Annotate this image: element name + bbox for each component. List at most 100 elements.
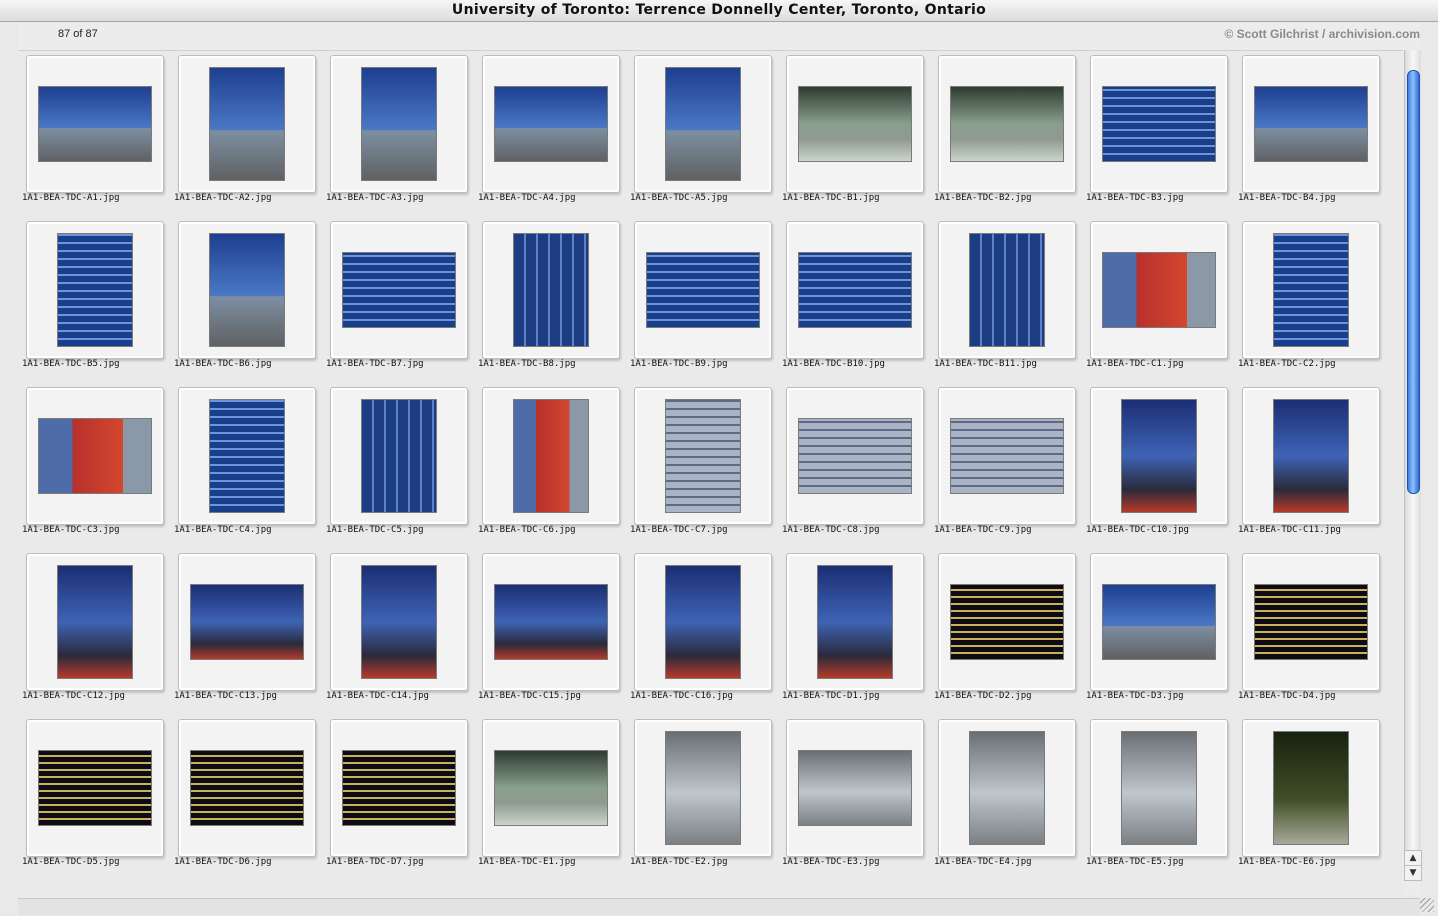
- thumbnail-frame[interactable]: [330, 719, 468, 857]
- thumbnail-frame[interactable]: [482, 55, 620, 193]
- thumbnail-image[interactable]: [1121, 399, 1197, 513]
- thumbnail-image[interactable]: [1102, 86, 1216, 162]
- thumbnail-item[interactable]: 1A1-BEA-TDC-B8.jpg: [476, 217, 620, 383]
- thumbnail-frame[interactable]: [938, 55, 1076, 193]
- thumbnail-frame[interactable]: [786, 553, 924, 691]
- vertical-scrollbar[interactable]: [1404, 50, 1421, 880]
- thumbnail-image[interactable]: [1273, 233, 1349, 347]
- thumbnail-image[interactable]: [665, 565, 741, 679]
- thumbnail-item[interactable]: 1A1-BEA-TDC-C3.jpg: [20, 383, 164, 549]
- thumbnail-image[interactable]: [950, 584, 1064, 660]
- thumbnail-image[interactable]: [57, 233, 133, 347]
- thumbnail-item[interactable]: 1A1-BEA-TDC-C11.jpg: [1236, 383, 1380, 549]
- thumbnail-item[interactable]: 1A1-BEA-TDC-C14.jpg: [324, 549, 468, 715]
- thumbnail-frame[interactable]: [1242, 719, 1380, 857]
- thumbnail-image[interactable]: [798, 418, 912, 494]
- thumbnail-frame[interactable]: [330, 553, 468, 691]
- thumbnail-image[interactable]: [1102, 252, 1216, 328]
- thumbnail-image[interactable]: [969, 731, 1045, 845]
- thumbnail-frame[interactable]: [634, 553, 772, 691]
- thumbnail-item[interactable]: 1A1-BEA-TDC-E1.jpg: [476, 715, 620, 881]
- thumbnail-item[interactable]: 1A1-BEA-TDC-D2.jpg: [932, 549, 1076, 715]
- thumbnail-item[interactable]: 1A1-BEA-TDC-A4.jpg: [476, 51, 620, 217]
- thumbnail-item[interactable]: 1A1-BEA-TDC-A1.jpg: [20, 51, 164, 217]
- thumbnail-item[interactable]: 1A1-BEA-TDC-C10.jpg: [1084, 383, 1228, 549]
- thumbnail-frame[interactable]: [938, 719, 1076, 857]
- thumbnail-image[interactable]: [1121, 731, 1197, 845]
- thumbnail-item[interactable]: 1A1-BEA-TDC-A2.jpg: [172, 51, 316, 217]
- thumbnail-image[interactable]: [342, 750, 456, 826]
- thumbnail-frame[interactable]: [330, 55, 468, 193]
- thumbnail-frame[interactable]: [786, 55, 924, 193]
- thumbnail-image[interactable]: [1102, 584, 1216, 660]
- thumbnail-frame[interactable]: [1242, 55, 1380, 193]
- thumbnail-item[interactable]: 1A1-BEA-TDC-C15.jpg: [476, 549, 620, 715]
- thumbnail-item[interactable]: 1A1-BEA-TDC-C8.jpg: [780, 383, 924, 549]
- thumbnail-image[interactable]: [1254, 584, 1368, 660]
- thumbnail-image[interactable]: [665, 731, 741, 845]
- thumbnail-frame[interactable]: [482, 221, 620, 359]
- thumbnail-image[interactable]: [817, 565, 893, 679]
- thumbnail-image[interactable]: [342, 252, 456, 328]
- thumbnail-image[interactable]: [798, 750, 912, 826]
- thumbnail-image[interactable]: [190, 584, 304, 660]
- thumbnail-image[interactable]: [361, 67, 437, 181]
- scroll-down-arrow-icon[interactable]: ▼: [1404, 865, 1422, 881]
- thumbnail-frame[interactable]: [938, 553, 1076, 691]
- thumbnail-frame[interactable]: [634, 55, 772, 193]
- thumbnail-item[interactable]: 1A1-BEA-TDC-B10.jpg: [780, 217, 924, 383]
- thumbnail-item[interactable]: 1A1-BEA-TDC-D6.jpg: [172, 715, 316, 881]
- thumbnail-frame[interactable]: [1090, 719, 1228, 857]
- thumbnail-item[interactable]: 1A1-BEA-TDC-C16.jpg: [628, 549, 772, 715]
- thumbnail-item[interactable]: 1A1-BEA-TDC-A3.jpg: [324, 51, 468, 217]
- thumbnail-image[interactable]: [209, 233, 285, 347]
- thumbnail-frame[interactable]: [786, 221, 924, 359]
- thumbnail-frame[interactable]: [1242, 221, 1380, 359]
- thumbnail-item[interactable]: 1A1-BEA-TDC-D7.jpg: [324, 715, 468, 881]
- thumbnail-frame[interactable]: [786, 387, 924, 525]
- thumbnail-item[interactable]: 1A1-BEA-TDC-B6.jpg: [172, 217, 316, 383]
- thumbnail-frame[interactable]: [786, 719, 924, 857]
- thumbnail-image[interactable]: [209, 67, 285, 181]
- thumbnail-image[interactable]: [38, 86, 152, 162]
- thumbnail-image[interactable]: [1273, 731, 1349, 845]
- thumbnail-item[interactable]: 1A1-BEA-TDC-C1.jpg: [1084, 217, 1228, 383]
- thumbnail-item[interactable]: 1A1-BEA-TDC-C2.jpg: [1236, 217, 1380, 383]
- thumbnail-frame[interactable]: [178, 221, 316, 359]
- thumbnail-image[interactable]: [950, 418, 1064, 494]
- thumbnail-item[interactable]: 1A1-BEA-TDC-E4.jpg: [932, 715, 1076, 881]
- thumbnail-item[interactable]: 1A1-BEA-TDC-D1.jpg: [780, 549, 924, 715]
- thumbnail-frame[interactable]: [178, 387, 316, 525]
- thumbnail-image[interactable]: [665, 399, 741, 513]
- thumbnail-image[interactable]: [57, 565, 133, 679]
- thumbnail-item[interactable]: 1A1-BEA-TDC-C6.jpg: [476, 383, 620, 549]
- thumbnail-item[interactable]: 1A1-BEA-TDC-E3.jpg: [780, 715, 924, 881]
- thumbnail-item[interactable]: 1A1-BEA-TDC-E5.jpg: [1084, 715, 1228, 881]
- thumbnail-image[interactable]: [209, 399, 285, 513]
- thumbnail-item[interactable]: 1A1-BEA-TDC-B9.jpg: [628, 217, 772, 383]
- thumbnail-image[interactable]: [969, 233, 1045, 347]
- thumbnail-frame[interactable]: [1090, 387, 1228, 525]
- thumbnail-item[interactable]: 1A1-BEA-TDC-B2.jpg: [932, 51, 1076, 217]
- thumbnail-item[interactable]: 1A1-BEA-TDC-D5.jpg: [20, 715, 164, 881]
- thumbnail-frame[interactable]: [26, 55, 164, 193]
- thumbnail-item[interactable]: 1A1-BEA-TDC-C12.jpg: [20, 549, 164, 715]
- thumbnail-item[interactable]: 1A1-BEA-TDC-B3.jpg: [1084, 51, 1228, 217]
- thumbnail-frame[interactable]: [330, 221, 468, 359]
- thumbnail-frame[interactable]: [1242, 553, 1380, 691]
- thumbnail-frame[interactable]: [178, 719, 316, 857]
- thumbnail-frame[interactable]: [1242, 387, 1380, 525]
- thumbnail-frame[interactable]: [482, 553, 620, 691]
- thumbnail-image[interactable]: [190, 750, 304, 826]
- thumbnail-image[interactable]: [494, 86, 608, 162]
- scrollbar-thumb[interactable]: [1407, 70, 1420, 494]
- thumbnail-item[interactable]: 1A1-BEA-TDC-A5.jpg: [628, 51, 772, 217]
- thumbnail-frame[interactable]: [938, 221, 1076, 359]
- thumbnail-frame[interactable]: [1090, 55, 1228, 193]
- thumbnail-frame[interactable]: [482, 719, 620, 857]
- thumbnail-image[interactable]: [646, 252, 760, 328]
- thumbnail-image[interactable]: [798, 86, 912, 162]
- thumbnail-image[interactable]: [665, 67, 741, 181]
- thumbnail-frame[interactable]: [26, 221, 164, 359]
- thumbnail-frame[interactable]: [1090, 221, 1228, 359]
